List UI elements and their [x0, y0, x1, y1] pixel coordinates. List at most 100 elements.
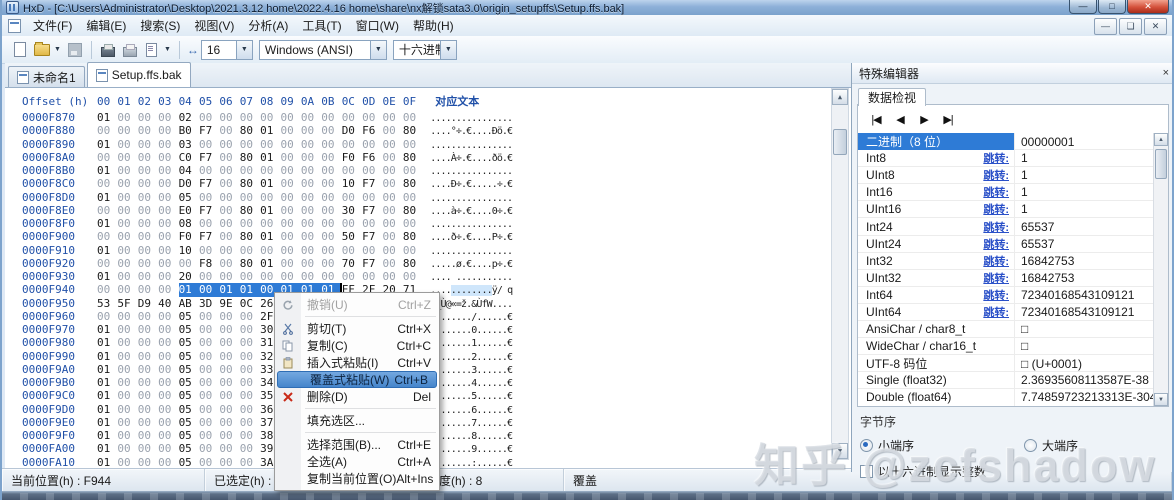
hex-byte[interactable]: 01 — [97, 350, 117, 363]
hex-byte[interactable]: 00 — [97, 204, 117, 217]
hex-byte[interactable]: 80 — [240, 257, 260, 270]
hex-byte[interactable]: 00 — [260, 111, 280, 124]
context-menu-item[interactable]: 撤销(U)Ctrl+Z — [275, 296, 439, 313]
hex-byte[interactable]: 01 — [97, 376, 117, 389]
hex-byte[interactable]: 00 — [321, 138, 341, 151]
hex-byte[interactable]: 00 — [382, 217, 402, 230]
hex-byte[interactable]: 00 — [219, 442, 239, 455]
hex-byte[interactable]: 00 — [117, 230, 137, 243]
hex-byte[interactable]: 01 — [97, 217, 117, 230]
save-button[interactable] — [64, 39, 86, 60]
hex-byte[interactable]: 00 — [199, 363, 219, 376]
little-endian-radio[interactable]: 小端序 — [860, 437, 914, 454]
hex-byte[interactable]: 53 — [97, 297, 117, 310]
goto-link[interactable]: 跳转: — [983, 184, 1009, 200]
hex-byte[interactable]: 00 — [240, 111, 260, 124]
hex-byte[interactable]: 00 — [97, 230, 117, 243]
hex-text[interactable]: ........4......€ — [430, 378, 512, 389]
hex-text[interactable]: ....ð÷.€....P÷.€ — [430, 232, 512, 243]
hex-byte[interactable]: C0 — [179, 151, 199, 164]
chevron-down-icon[interactable]: ▼ — [236, 41, 252, 59]
hex-byte[interactable]: 00 — [117, 389, 137, 402]
hex-text[interactable]: ................ — [430, 246, 512, 257]
hex-byte[interactable]: 00 — [158, 111, 178, 124]
hex-byte[interactable]: 00 — [158, 138, 178, 151]
hex-byte[interactable]: 00 — [138, 230, 158, 243]
hex-byte[interactable]: 05 — [179, 323, 199, 336]
context-menu-item[interactable]: 剪切(T)Ctrl+X — [275, 320, 439, 337]
hex-byte[interactable]: 00 — [403, 111, 423, 124]
hex-byte[interactable]: 00 — [382, 164, 402, 177]
tab-data-inspector[interactable]: 数据检视 — [858, 88, 926, 106]
hex-byte[interactable]: 00 — [199, 442, 219, 455]
hex-byte[interactable]: 70 — [342, 257, 362, 270]
hex-text[interactable]: ....à÷.€....0÷.€ — [430, 206, 512, 217]
hex-byte[interactable]: 01 — [260, 151, 280, 164]
hex-byte[interactable]: 00 — [240, 270, 260, 283]
hex-byte[interactable]: 01 — [240, 283, 260, 296]
hex-byte[interactable]: 00 — [138, 191, 158, 204]
hex-byte[interactable]: 05 — [179, 376, 199, 389]
hex-byte[interactable]: 00 — [281, 191, 301, 204]
hex-byte[interactable]: 00 — [281, 217, 301, 230]
inspector-value[interactable]: 1 — [1015, 202, 1153, 216]
open-file-button[interactable] — [31, 39, 53, 60]
hex-byte[interactable]: 00 — [382, 138, 402, 151]
hex-byte[interactable]: 00 — [342, 138, 362, 151]
hex-byte[interactable]: 00 — [199, 310, 219, 323]
hex-text[interactable]: ......../......€ — [430, 312, 512, 323]
hex-byte[interactable]: D0 — [179, 177, 199, 190]
hex-byte[interactable]: 00 — [321, 230, 341, 243]
hex-byte[interactable]: 00 — [158, 164, 178, 177]
hex-text[interactable]: .....ø.€....p÷.€ — [430, 259, 512, 270]
goto-link[interactable]: 跳转: — [983, 219, 1009, 235]
inspector-value[interactable]: 65537 — [1015, 237, 1153, 251]
hex-byte[interactable]: 00 — [117, 376, 137, 389]
hex-byte[interactable]: 00 — [240, 350, 260, 363]
hex-byte[interactable]: 00 — [158, 244, 178, 257]
hex-byte[interactable]: 00 — [158, 283, 178, 296]
hex-byte[interactable]: 00 — [117, 111, 137, 124]
hex-byte[interactable]: 00 — [362, 217, 382, 230]
menu-item[interactable]: 工具(T) — [295, 17, 348, 35]
inspector-value[interactable]: 00000001 — [1015, 135, 1153, 149]
hex-text[interactable]: .... ........... — [430, 272, 512, 283]
hex-byte[interactable]: 00 — [281, 177, 301, 190]
hex-byte[interactable]: 00 — [281, 204, 301, 217]
hex-byte[interactable]: 00 — [138, 350, 158, 363]
hex-byte[interactable]: 00 — [117, 416, 137, 429]
hex-byte[interactable]: 00 — [138, 111, 158, 124]
hex-text[interactable]: ........:......€ — [430, 458, 512, 469]
hex-byte[interactable]: F8 — [199, 257, 219, 270]
print-button[interactable] — [97, 39, 119, 60]
hex-byte[interactable]: 00 — [158, 217, 178, 230]
hex-byte[interactable]: 01 — [97, 442, 117, 455]
hex-byte[interactable]: 00 — [321, 217, 341, 230]
hex-byte[interactable]: 00 — [199, 429, 219, 442]
scroll-down-icon[interactable]: ▼ — [832, 443, 848, 459]
hex-byte[interactable]: 00 — [321, 164, 341, 177]
hex-byte[interactable]: 00 — [138, 124, 158, 137]
hex-byte[interactable]: 00 — [301, 244, 321, 257]
hex-byte[interactable]: 00 — [158, 442, 178, 455]
hex-byte[interactable]: 00 — [342, 191, 362, 204]
hex-byte[interactable]: 00 — [362, 270, 382, 283]
hex-byte[interactable]: 01 — [97, 164, 117, 177]
chevron-down-icon[interactable]: ▼ — [370, 41, 386, 59]
hex-byte[interactable]: 00 — [158, 389, 178, 402]
export-button[interactable] — [119, 39, 141, 60]
hex-byte[interactable]: F6 — [362, 151, 382, 164]
inspector-value[interactable]: □ (U+0001) — [1015, 357, 1153, 371]
hex-byte[interactable]: 80 — [240, 204, 260, 217]
hex-byte[interactable]: 00 — [260, 164, 280, 177]
hex-byte[interactable]: 05 — [179, 442, 199, 455]
hex-byte[interactable]: 00 — [382, 230, 402, 243]
hex-byte[interactable]: 00 — [342, 217, 362, 230]
mdi-child-icon[interactable] — [8, 19, 21, 33]
encoding-select[interactable]: Windows (ANSI) ▼ — [259, 40, 387, 60]
hex-byte[interactable]: 00 — [382, 270, 402, 283]
hex-byte[interactable]: 00 — [240, 336, 260, 349]
hex-byte[interactable]: 40 — [158, 297, 178, 310]
hex-byte[interactable]: 00 — [117, 217, 137, 230]
hex-byte[interactable]: 00 — [403, 270, 423, 283]
